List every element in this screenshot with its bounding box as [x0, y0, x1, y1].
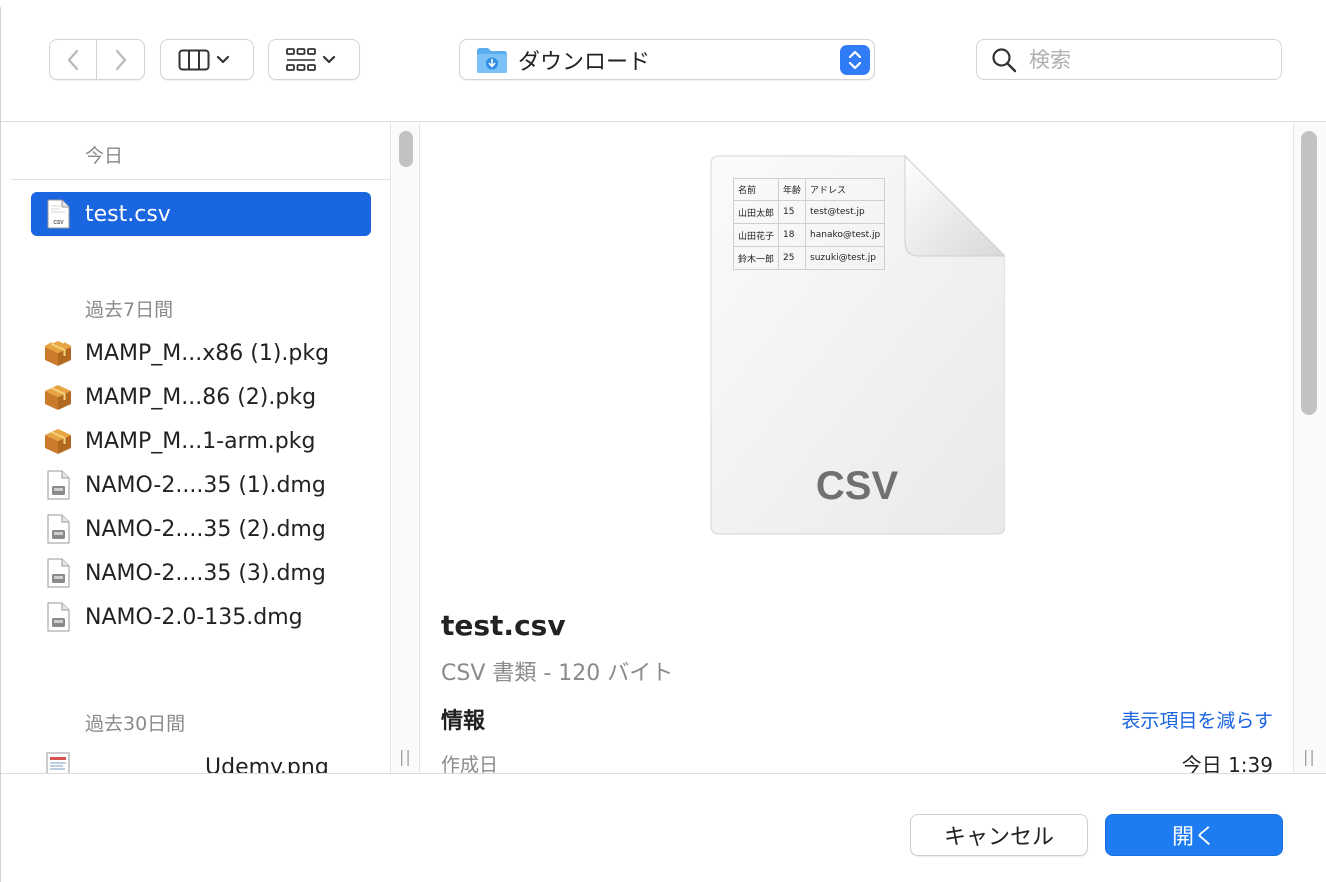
chevron-right-icon [115, 49, 126, 70]
table-row: 山田花子 18 hanako@test.jp [732, 223, 886, 247]
package-icon [43, 381, 73, 413]
disk-image-icon [43, 601, 73, 633]
view-mode-button[interactable] [160, 39, 254, 80]
file-open-dialog: ダウンロード 今日 CSV test.csv 過去7日間 MAMP_M...x8… [0, 0, 1326, 882]
show-less-link[interactable]: 表示項目を減らす [1121, 706, 1273, 733]
table-cell: test@test.jp [805, 200, 886, 224]
up-down-chevron-icon [848, 50, 862, 70]
list-item[interactable]: NAMO-2....35 (2).dmg [31, 507, 371, 551]
document-extension-label: CSV [815, 464, 899, 508]
image-file-icon [43, 751, 73, 773]
list-item[interactable]: NAMO-2....35 (1).dmg [31, 463, 371, 507]
back-button[interactable] [49, 39, 97, 80]
csv-preview-table: 名前 年齢 アドレス 山田太郎 15 test@test.jp 山田花子 18 … [732, 178, 886, 270]
package-icon [43, 337, 73, 369]
disk-image-icon [43, 469, 73, 501]
section-header-past-30-days: 過去30日間 [85, 713, 186, 735]
table-cell: suzuki@test.jp [805, 246, 886, 270]
group-by-button[interactable] [268, 39, 360, 80]
scrollbar-thumb[interactable] [1301, 131, 1317, 415]
table-cell: 山田太郎 [732, 200, 780, 224]
columns-view-icon [178, 49, 210, 70]
toolbar: ダウンロード [1, 0, 1326, 122]
list-item[interactable]: MAMP_M...86 (2).pkg [31, 375, 371, 419]
column-resize-handle[interactable]: || [1303, 747, 1316, 766]
info-created-label: 作成日 [441, 754, 499, 773]
table-row: 名前 年齢 アドレス [732, 178, 886, 201]
list-item[interactable]: MAMP_M...x86 (1).pkg [31, 331, 371, 375]
file-name: NAMO-2....35 (1).dmg [85, 472, 326, 498]
grid-group-icon [286, 47, 316, 71]
navigation-buttons [49, 39, 145, 80]
table-cell: 18 [778, 223, 807, 247]
chevron-left-icon [67, 49, 79, 70]
table-cell: hanako@test.jp [805, 223, 886, 247]
disk-image-icon [43, 513, 73, 545]
preview-scrollbar[interactable]: || [1293, 123, 1326, 773]
dialog-footer: キャンセル 開く [1, 773, 1326, 882]
file-name: MAMP_M...1-arm.pkg [85, 428, 316, 454]
list-item-test-csv[interactable]: CSV test.csv [31, 192, 371, 236]
scrollbar-thumb[interactable] [399, 131, 413, 167]
table-cell: アドレス [805, 178, 886, 201]
file-name: MAMP_M...x86 (1).pkg [85, 340, 330, 366]
package-icon [43, 425, 73, 457]
file-name: test.csv [85, 201, 171, 227]
cancel-button[interactable]: キャンセル [910, 814, 1088, 856]
open-button[interactable]: 開く [1105, 814, 1283, 856]
table-row: 山田太郎 15 test@test.jp [732, 200, 886, 224]
preview-file-kind-size: CSV 書類 - 120 バイト [441, 661, 674, 686]
file-list-scrollbar[interactable]: || [392, 123, 420, 773]
table-cell: 山田花子 [732, 223, 780, 247]
location-popup[interactable]: ダウンロード [459, 39, 875, 80]
file-list: 今日 CSV test.csv 過去7日間 MAMP_M...x86 (1).p… [11, 123, 391, 773]
section-header-past-7-days: 過去7日間 [85, 299, 174, 321]
table-row: 鈴木一郎 25 suzuki@test.jp [732, 246, 886, 270]
location-label: ダウンロード [518, 49, 651, 75]
preview-pane: 名前 年齢 アドレス 山田太郎 15 test@test.jp 山田花子 18 … [421, 123, 1293, 773]
table-cell: 15 [778, 200, 807, 224]
section-header-today: 今日 [85, 145, 124, 167]
search-field[interactable] [976, 39, 1282, 80]
table-cell: 年齢 [778, 178, 807, 201]
list-item[interactable]: NAMO-2....35 (3).dmg [31, 551, 371, 595]
preview-file-name: test.csv [441, 609, 566, 642]
info-section-title: 情報 [441, 709, 486, 734]
list-item[interactable]: NAMO-2.0-135.dmg [31, 595, 371, 639]
downloads-folder-icon [477, 47, 507, 73]
location-stepper[interactable] [840, 45, 870, 75]
column-resize-handle[interactable]: || [399, 747, 412, 766]
csv-file-icon: CSV [43, 198, 73, 230]
table-cell: 25 [778, 246, 807, 270]
list-item[interactable]: Udemy.png [31, 745, 371, 773]
file-name: Udemy.png [205, 754, 329, 774]
search-input[interactable] [1029, 47, 1259, 72]
file-name: NAMO-2.0-135.dmg [85, 604, 303, 630]
svg-text:CSV: CSV [53, 220, 64, 226]
forward-button[interactable] [97, 39, 145, 80]
file-name: NAMO-2....35 (3).dmg [85, 560, 326, 586]
table-cell: 名前 [732, 178, 780, 201]
chevron-down-icon [216, 55, 230, 63]
file-name: NAMO-2....35 (2).dmg [85, 516, 326, 542]
chevron-down-icon [322, 55, 336, 63]
document-thumbnail: 名前 年齢 アドレス 山田太郎 15 test@test.jp 山田花子 18 … [709, 154, 1005, 536]
table-cell: 鈴木一郎 [732, 246, 780, 270]
section-divider [11, 179, 390, 180]
search-icon [992, 47, 1017, 72]
info-created-value: 今日 1:39 [1181, 753, 1273, 773]
list-item[interactable]: MAMP_M...1-arm.pkg [31, 419, 371, 463]
file-name: MAMP_M...86 (2).pkg [85, 384, 317, 410]
disk-image-icon [43, 557, 73, 589]
